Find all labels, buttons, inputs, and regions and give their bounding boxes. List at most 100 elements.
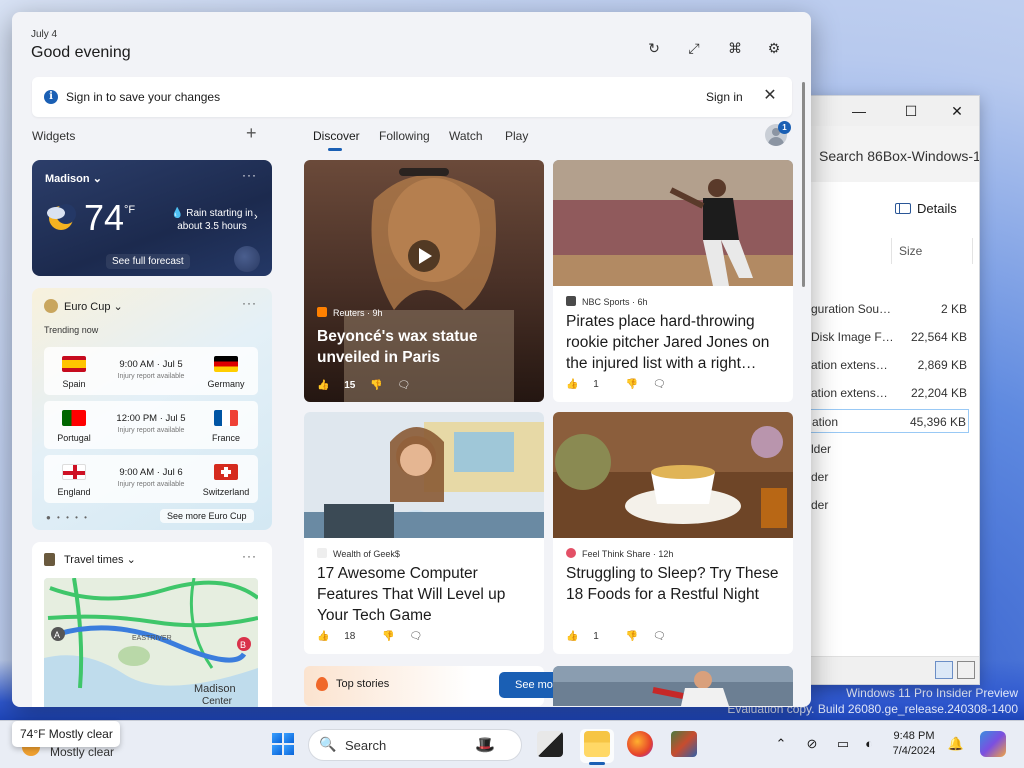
spain-flag-icon	[62, 356, 86, 372]
travel-map[interactable]: A B EASTRIVER Madison Center	[44, 578, 258, 707]
raindrop-icon: 💧	[171, 208, 184, 219]
news-headline[interactable]: Beyoncé's wax statue unveiled in Paris	[317, 326, 535, 368]
file-row[interactable]: Disk Image F… 22,564 KB	[809, 325, 969, 349]
match-card[interactable]: Portugal 12:00 PM · Jul 5 Injury report …	[44, 401, 258, 449]
refresh-icon[interactable]: ↻	[644, 38, 664, 58]
network-off-icon[interactable]: ⊘	[803, 735, 821, 753]
more-options-icon[interactable]: ···	[242, 296, 257, 310]
tab-watch[interactable]: Watch	[449, 129, 483, 143]
more-options-icon[interactable]: ···	[242, 549, 257, 563]
chevron-right-icon[interactable]: ›	[254, 211, 258, 223]
expand-icon[interactable]: ⤢	[684, 38, 704, 58]
euro-cup-title[interactable]: Euro Cup ⌄	[64, 300, 123, 313]
news-card[interactable]: NBC Sports · 6h Pirates place hard-throw…	[553, 160, 793, 402]
see-more-euro-cup-button[interactable]: See more Euro Cup	[160, 509, 254, 523]
file-row[interactable]: ation extens… 2,869 KB	[809, 353, 969, 377]
chevron-down-icon: ⌄	[113, 301, 123, 313]
like-button[interactable]: 👍 1	[566, 631, 611, 642]
file-size: 22,564 KB	[910, 330, 967, 344]
settings-gear-icon[interactable]: ⚙	[764, 38, 784, 58]
chevron-down-icon: ⌄	[92, 173, 102, 185]
news-card[interactable]: Reuters · 9h Beyoncé's wax statue unveil…	[304, 160, 544, 402]
comment-icon[interactable]: 🗨	[653, 379, 666, 390]
volume-icon[interactable]: ◐	[860, 735, 878, 753]
windows-logo-icon	[272, 733, 282, 743]
taskbar-search-box[interactable]: 🔍 Search 🎩	[308, 729, 522, 761]
comment-icon[interactable]: 🗨	[409, 631, 422, 642]
maximize-button[interactable]: ☐	[901, 101, 921, 121]
france-flag-icon	[214, 410, 238, 426]
firefox-icon[interactable]	[627, 731, 653, 757]
news-headline[interactable]: Struggling to Sleep? Try These 18 Foods …	[566, 563, 784, 605]
file-row[interactable]: ation extens… 22,204 KB	[809, 381, 969, 405]
close-icon[interactable]: ✕	[759, 85, 781, 107]
display-icon[interactable]: ▭	[834, 735, 852, 753]
notification-badge: 1	[778, 121, 791, 134]
thumbs-down-icon[interactable]: 👎	[626, 379, 638, 390]
pin-icon[interactable]: ⌘	[725, 38, 745, 58]
details-button[interactable]: Details	[895, 201, 957, 216]
euro-cup-widget[interactable]: Euro Cup ⌄ ··· Trending now Spain 9:00 A…	[32, 288, 272, 530]
tab-discover[interactable]: Discover	[313, 129, 360, 143]
news-image-partial[interactable]	[553, 666, 793, 706]
add-widget-icon[interactable]: +	[246, 123, 257, 144]
carousel-dots[interactable]: ● • • • •	[46, 513, 89, 522]
news-headline[interactable]: Pirates place hard-throwing rookie pitch…	[566, 311, 784, 374]
chevron-up-icon[interactable]: ⌃	[772, 735, 790, 753]
comment-icon[interactable]: 🗨	[397, 380, 410, 391]
match-card[interactable]: Spain 9:00 AM · Jul 5 Injury report avai…	[44, 347, 258, 395]
info-icon: i	[44, 90, 58, 104]
like-button[interactable]: 👍 15	[317, 380, 355, 391]
reuters-logo-icon	[317, 307, 327, 317]
comment-icon[interactable]: 🗨	[653, 631, 666, 642]
explorer-search-input[interactable]: Search 86Box-Windows-1	[819, 148, 979, 176]
signin-link[interactable]: Sign in	[706, 90, 743, 104]
weather-widget[interactable]: Madison ⌄ ··· 74 °F 💧 Rain starting in a…	[32, 160, 272, 276]
size-column-header[interactable]: Size	[899, 244, 922, 258]
panel-date: July 4	[31, 29, 58, 40]
weather-location[interactable]: Madison ⌄	[45, 172, 102, 185]
more-options-icon[interactable]: ···	[242, 168, 257, 182]
notification-bell-icon[interactable]: 🔔	[947, 735, 965, 753]
flame-icon	[316, 677, 328, 691]
feed-scrollbar[interactable]	[802, 82, 805, 287]
tab-play[interactable]: Play	[505, 129, 528, 143]
copilot-icon[interactable]	[980, 731, 1006, 757]
minimize-button[interactable]: —	[849, 101, 869, 121]
column-separator[interactable]	[972, 238, 973, 264]
file-row[interactable]: der	[809, 493, 969, 517]
travel-times-title[interactable]: Travel times ⌄	[64, 553, 136, 566]
news-card[interactable]: Wealth of Geek$ 17 Awesome Computer Feat…	[304, 412, 544, 654]
weather-tooltip: 74°F Mostly clear	[12, 721, 120, 747]
active-tab-indicator	[328, 148, 342, 151]
thumbs-down-icon[interactable]: 👎	[626, 631, 638, 642]
news-card[interactable]: Feel Think Share · 12h Struggling to Sle…	[553, 412, 793, 654]
details-view-button[interactable]	[935, 661, 953, 679]
start-button[interactable]	[272, 733, 294, 755]
file-row[interactable]: der	[809, 465, 969, 489]
column-separator[interactable]	[891, 238, 892, 264]
task-view-icon[interactable]	[537, 731, 563, 757]
trophy-icon	[44, 299, 58, 313]
file-row-selected[interactable]: ation 45,396 KB	[809, 409, 969, 433]
file-explorer-icon[interactable]	[584, 731, 610, 757]
thumbs-up-icon: 👍	[317, 631, 330, 642]
thumbs-down-icon[interactable]: 👎	[382, 631, 394, 642]
taskbar-weather-text[interactable]: Mostly clear	[50, 745, 114, 759]
thumbs-down-icon[interactable]: 👎	[370, 380, 382, 391]
see-full-forecast-link[interactable]: See full forecast	[106, 254, 190, 269]
tiles-view-button[interactable]	[957, 661, 975, 679]
travel-times-widget[interactable]: Travel times ⌄ ··· A B EASTRIVER Madison…	[32, 542, 272, 707]
file-row[interactable]: lder	[809, 437, 969, 461]
close-window-button[interactable]: ✕	[947, 101, 967, 121]
86box-icon[interactable]	[671, 731, 697, 757]
file-row[interactable]: guration Sou… 2 KB	[809, 297, 969, 321]
like-button[interactable]: 👍 18	[317, 631, 367, 642]
tab-following[interactable]: Following	[379, 129, 430, 143]
like-button[interactable]: 👍 1	[566, 379, 611, 390]
match-card[interactable]: England 9:00 AM · Jul 6 Injury report av…	[44, 455, 258, 503]
clock-time: 9:48 PM	[893, 730, 935, 742]
news-headline[interactable]: 17 Awesome Computer Features That Will L…	[317, 563, 535, 626]
file-size: 2,869 KB	[917, 358, 967, 372]
taskbar-clock[interactable]: 9:48 PM 7/4/2024	[890, 729, 938, 759]
